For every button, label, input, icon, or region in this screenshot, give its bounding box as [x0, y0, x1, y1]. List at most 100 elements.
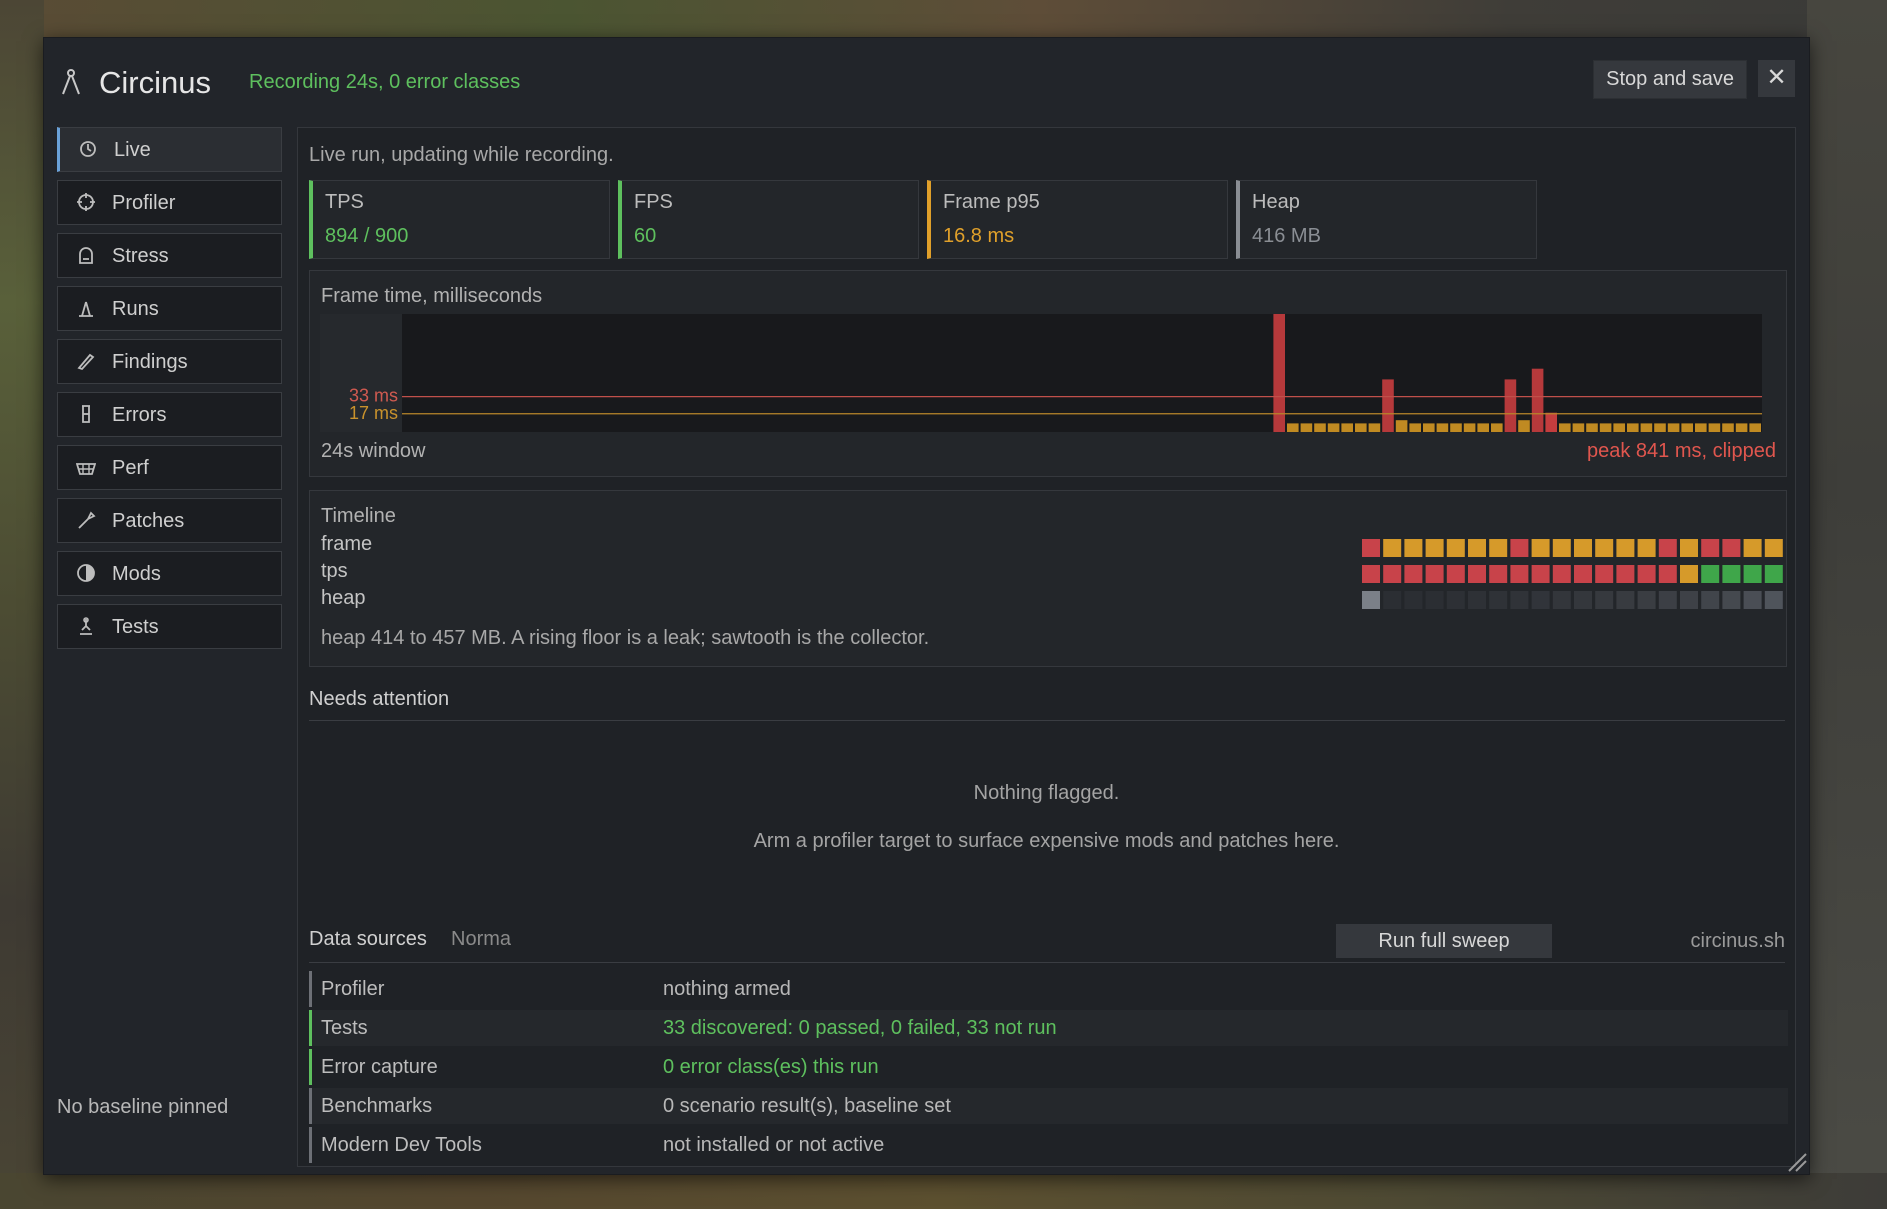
timeline-cell: [1637, 591, 1656, 609]
frame-bar: [1300, 423, 1313, 432]
stat-name: FPS: [634, 191, 673, 213]
timeline-cell: [1722, 591, 1741, 609]
timeline-cell: [1531, 591, 1550, 609]
timeline-cell: [1531, 539, 1550, 557]
frame-bar: [1722, 423, 1734, 432]
sidebar-item-label: Findings: [112, 351, 188, 373]
timeline-cell: [1722, 539, 1741, 557]
half-circle-icon: [77, 564, 95, 582]
timeline-cell: [1764, 565, 1783, 583]
timeline-cell: [1658, 591, 1677, 609]
frame-bar: [1531, 368, 1544, 432]
data-source-row: Tests 33 discovered: 0 passed, 0 failed, …: [309, 1010, 1788, 1046]
close-button[interactable]: ✕: [1758, 60, 1795, 97]
window-header: Circinus Recording 24s, 0 error classes …: [44, 38, 1809, 118]
sidebar-item-patches[interactable]: Patches: [57, 498, 282, 543]
live-panel: Live run, updating while recording. TPS 8…: [297, 127, 1796, 1167]
timeline-cell: [1595, 539, 1614, 557]
timeline-cell: [1446, 539, 1465, 557]
frame-bar: [1504, 379, 1517, 432]
circinus-window: Circinus Recording 24s, 0 error classes …: [43, 37, 1810, 1175]
compass-icon: [62, 69, 80, 95]
timeline-cell: [1383, 539, 1402, 557]
needs-attention-title: Needs attention: [309, 688, 450, 710]
data-source-value: 33 discovered: 0 passed, 0 failed, 33 no…: [663, 1017, 1057, 1039]
data-source-value: not installed or not active: [663, 1134, 885, 1156]
frame-bar: [1545, 412, 1557, 432]
frame-bar: [1708, 423, 1721, 432]
timeline-cell: [1552, 565, 1571, 583]
stat-value: 416 MB: [1252, 225, 1321, 247]
frame-bar: [1654, 423, 1666, 432]
frame-bar: [1423, 423, 1435, 432]
sidebar-item-profiler[interactable]: Profiler: [57, 180, 282, 225]
timeline-cell: [1595, 591, 1614, 609]
sidebar-item-tests[interactable]: Tests: [57, 604, 282, 649]
frame-bar: [1667, 423, 1680, 432]
timeline-cell: [1680, 591, 1698, 609]
pen-icon: [77, 353, 95, 371]
divider: [309, 962, 1785, 963]
timeline-cell: [1701, 565, 1720, 583]
timeline-cell: [1595, 565, 1614, 583]
stat-name: TPS: [325, 191, 364, 213]
timeline-cell: [1489, 565, 1508, 583]
timeline-panel: Timeline frame tps heap heap 414 to 457 …: [309, 490, 1787, 667]
timeline-cell: [1425, 539, 1444, 557]
timeline-cell: [1552, 591, 1571, 609]
sidebar-item-stress[interactable]: Stress: [57, 233, 282, 278]
timeline-cell: [1680, 565, 1698, 583]
stat-card-tps: TPS 894 / 900: [309, 180, 610, 259]
site-link[interactable]: circinus.sh: [1691, 930, 1785, 953]
data-source-name: Benchmarks: [321, 1095, 433, 1117]
data-sources-title: Data sources: [309, 928, 427, 950]
timeline-cell: [1510, 565, 1529, 583]
run-full-sweep-button[interactable]: Run full sweep: [1336, 924, 1552, 958]
frame-time-panel: Frame time, milliseconds 33 ms 17 ms 24s …: [309, 270, 1787, 477]
sidebar-item-errors[interactable]: Errors: [57, 392, 282, 437]
data-source-value: 0 scenario result(s), baseline set: [663, 1095, 951, 1117]
stat-name: Heap: [1252, 191, 1300, 213]
data-source-row: Profiler nothing armed: [309, 971, 1788, 1007]
sidebar-item-label: Tests: [112, 616, 159, 638]
data-source-name: Profiler: [321, 978, 385, 1000]
timeline-cell: [1764, 539, 1783, 557]
bell-icon: [79, 247, 93, 264]
timeline-cell: [1468, 591, 1486, 609]
sidebar-item-mods[interactable]: Mods: [57, 551, 282, 596]
arm-profiler-hint: Arm a profiler target to surface expensi…: [753, 830, 1340, 852]
timeline-cell: [1722, 565, 1741, 583]
timeline-cell: [1510, 591, 1529, 609]
live-description: Live run, updating while recording.: [309, 144, 614, 166]
timeline-cell: [1552, 539, 1571, 557]
frame-bar: [1409, 423, 1421, 432]
timeline-cell: [1446, 591, 1465, 609]
clock-icon: [80, 141, 96, 157]
data-source-name: Tests: [321, 1017, 368, 1039]
frame-bar: [1477, 423, 1489, 432]
stat-card-frame-p95: Frame p95 16.8 ms: [927, 180, 1228, 259]
sidebar-item-label: Live: [114, 139, 151, 161]
sidebar-item-findings[interactable]: Findings: [57, 339, 282, 384]
game-terrain-left: [0, 0, 44, 1209]
sidebar-item-label: Mods: [112, 563, 161, 585]
stop-and-save-button[interactable]: Stop and save: [1593, 60, 1747, 99]
frame-bar: [1749, 423, 1761, 432]
game-terrain-right: [1807, 0, 1887, 1209]
baseline-status: No baseline pinned: [57, 1096, 229, 1118]
sidebar-item-perf[interactable]: Perf: [57, 445, 282, 490]
timeline-cell: [1404, 591, 1423, 609]
data-sources-mode[interactable]: Norma: [451, 928, 511, 951]
timeline-cell: [1362, 565, 1380, 583]
timeline-cell: [1383, 591, 1402, 609]
timeline-cell: [1701, 591, 1720, 609]
sidebar-item-live[interactable]: Live: [57, 127, 282, 172]
timeline-cell: [1574, 591, 1592, 609]
timeline-cell: [1383, 565, 1402, 583]
sidebar-item-runs[interactable]: Runs: [57, 286, 282, 331]
resize-handle-icon[interactable]: [1785, 1150, 1807, 1172]
frame-bar: [1572, 423, 1585, 432]
frame-bar: [1491, 423, 1503, 432]
data-source-name: Error capture: [321, 1056, 438, 1078]
frame-chart-title: Frame time, milliseconds: [321, 285, 543, 307]
